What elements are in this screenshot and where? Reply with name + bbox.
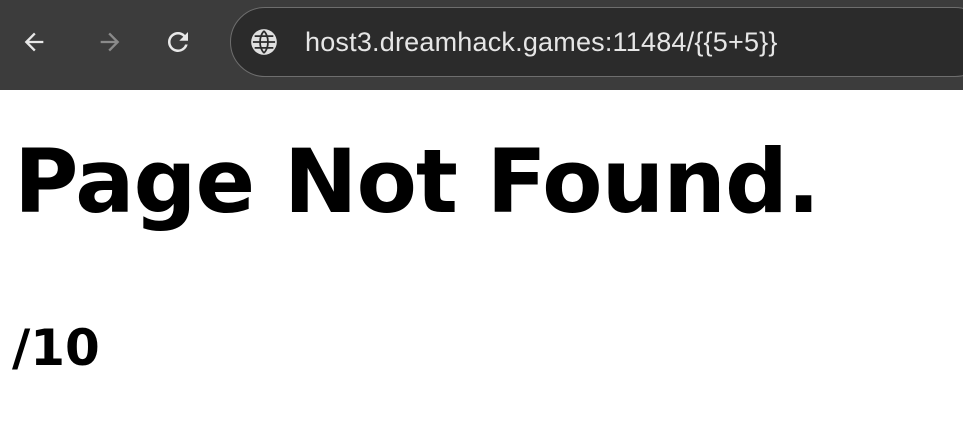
page-content: Page Not Found. /10 — [0, 90, 963, 433]
forward-button[interactable] — [90, 22, 130, 62]
address-bar[interactable]: host3.dreamhack.games:11484/{{5+5}} — [230, 7, 963, 77]
reload-icon — [167, 31, 188, 52]
browser-toolbar: host3.dreamhack.games:11484/{{5+5}} — [0, 0, 963, 90]
requested-path: /10 — [12, 319, 100, 377]
arrow-right-icon — [100, 32, 120, 52]
url-text[interactable]: host3.dreamhack.games:11484/{{5+5}} — [305, 24, 778, 60]
back-button[interactable] — [14, 22, 54, 62]
reload-button[interactable] — [158, 22, 198, 62]
page-title: Page Not Found. — [14, 130, 820, 233]
arrow-left-icon — [24, 32, 44, 52]
globe-icon[interactable] — [250, 28, 278, 56]
